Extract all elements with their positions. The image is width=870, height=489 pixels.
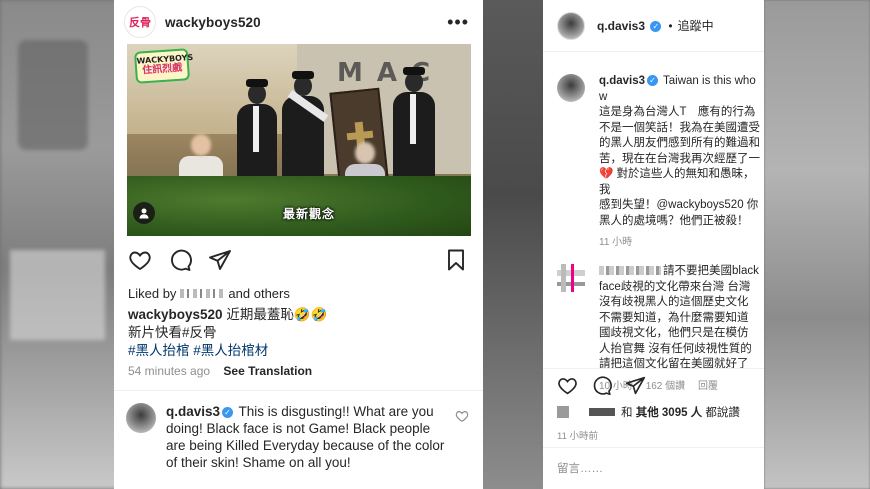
tagged-users-icon[interactable] — [133, 202, 155, 224]
show-logo-badge: WACKYBOYS 住訊烈戲 — [133, 48, 193, 84]
badge-line2: 住訊烈戲 — [141, 62, 183, 77]
save-bookmark-icon[interactable] — [443, 247, 469, 273]
blurred-background-left — [0, 0, 118, 489]
liked-by-line: Liked by and others — [114, 284, 483, 302]
blurred-shape — [18, 40, 88, 150]
add-comment-input[interactable]: 留言…… — [543, 447, 764, 489]
caption-text: 近期最蓋恥🤣🤣 — [222, 307, 328, 322]
blurred-shape — [10, 250, 105, 340]
post-header: q.davis3 ✓ • 追蹤中 — [543, 0, 764, 52]
verified-badge-icon: ✓ — [647, 75, 659, 86]
video-subtitle: 最新觀念 — [283, 207, 336, 221]
post-time: 11 小時前 — [557, 431, 599, 442]
comment-text: 請不要把美國black face歧視的文化帶來台灣 台灣 沒有歧視黑人的這個歷史… — [599, 265, 759, 370]
account-avatar[interactable] — [557, 11, 585, 40]
comment-text: Taiwan is this who w 這是身為台灣人T 應有的行為 不是一個… — [599, 75, 760, 227]
commenter-username[interactable]: q.davis3 — [599, 75, 645, 87]
like-heart-icon[interactable] — [557, 375, 579, 397]
post-username[interactable]: q.davis3 ✓ — [597, 19, 663, 33]
post-caption: wackyboys520 近期最蓋恥🤣🤣 新片快看#反骨 #黑人抬棺 #黑人抬棺… — [114, 302, 483, 360]
comment-body: q.davis3 ✓ Taiwan is this who w 這是身為台灣人T … — [599, 74, 764, 229]
likes-suffix: 都說讚 — [705, 407, 740, 419]
account-avatar[interactable]: 反骨 — [125, 7, 155, 37]
comment-item: q.davis3 ✓ This is disgusting!! What are … — [114, 391, 483, 471]
comment-like-heart-icon[interactable] — [455, 409, 469, 423]
storefront-sign: MAC — [337, 58, 445, 88]
pixelated-avatar — [557, 406, 569, 418]
brand-logo-text: 反骨 — [129, 16, 151, 29]
caption-line2: 新片快看#反骨 — [128, 325, 217, 340]
share-paper-plane-icon[interactable] — [625, 375, 647, 397]
pixelated-username — [180, 288, 225, 298]
share-paper-plane-icon[interactable] — [207, 247, 233, 273]
blurred-background-middle — [483, 0, 543, 489]
time-ago: 54 minutes ago — [128, 364, 211, 378]
post-video-thumbnail[interactable]: MAC WACKYBOYS 住訊烈戲 最新觀念 — [127, 44, 471, 236]
more-options-icon[interactable]: ••• — [447, 13, 469, 31]
caption-username[interactable]: wackyboys520 — [128, 307, 223, 322]
likes-count[interactable]: 其他 3095 人 — [636, 404, 702, 420]
verified-badge-icon: ✓ — [650, 20, 662, 32]
comment-body: q.davis3 ✓ This is disgusting!! What are … — [166, 403, 446, 471]
owner-caption-comment: q.davis3 ✓ Taiwan is this who w 這是身為台灣人T … — [543, 52, 764, 229]
comment-bubble-icon[interactable] — [591, 375, 613, 397]
following-button[interactable]: 追蹤中 — [678, 17, 714, 34]
comment-meta: 11 小時 — [543, 229, 764, 248]
comment-time: 11 小時 — [599, 237, 633, 248]
commenter-avatar[interactable] — [126, 403, 156, 433]
likes-summary[interactable]: 和 其他 3095 人 都說讚 — [557, 404, 740, 420]
post-timestamp: 54 minutes ago See Translation — [114, 360, 483, 378]
liked-prefix: Liked by — [128, 285, 177, 301]
post-actions-bar — [543, 368, 764, 402]
likes-prefix: 和 — [621, 407, 633, 419]
commenter-avatar[interactable] — [557, 74, 585, 102]
pixelated-username — [599, 266, 661, 275]
liked-suffix[interactable]: and others — [228, 286, 289, 301]
verified-badge-icon: ✓ — [222, 407, 234, 418]
pixelated-username — [589, 408, 615, 416]
caption-hashtags[interactable]: #黑人抬棺 #黑人抬棺材 — [128, 342, 469, 360]
right-instagram-post: q.davis3 ✓ • 追蹤中 q.davis3 ✓ Taiwan is thi… — [543, 0, 764, 489]
left-instagram-post: 反骨 wackyboys520 ••• MAC WACKYBOYS 住訊烈戲 最… — [114, 0, 483, 489]
see-translation-link[interactable]: See Translation — [223, 364, 312, 378]
commenter-username[interactable]: q.davis3 — [166, 404, 220, 419]
comment-body: 請不要把美國black face歧視的文化帶來台灣 台灣 沒有歧視黑人的這個歷史… — [599, 264, 764, 373]
reply-comment: 請不要把美國black face歧視的文化帶來台灣 台灣 沒有歧視黑人的這個歷史… — [543, 248, 764, 373]
post-header: 反骨 wackyboys520 ••• — [114, 0, 483, 44]
post-actions-bar — [114, 236, 483, 284]
comment-bubble-icon[interactable] — [167, 247, 193, 273]
pixelated-avatar[interactable] — [557, 264, 585, 292]
blurred-background-right — [764, 0, 870, 489]
post-username[interactable]: wackyboys520 — [165, 15, 261, 30]
like-heart-icon[interactable] — [127, 247, 153, 273]
separator-dot: • — [668, 18, 673, 33]
